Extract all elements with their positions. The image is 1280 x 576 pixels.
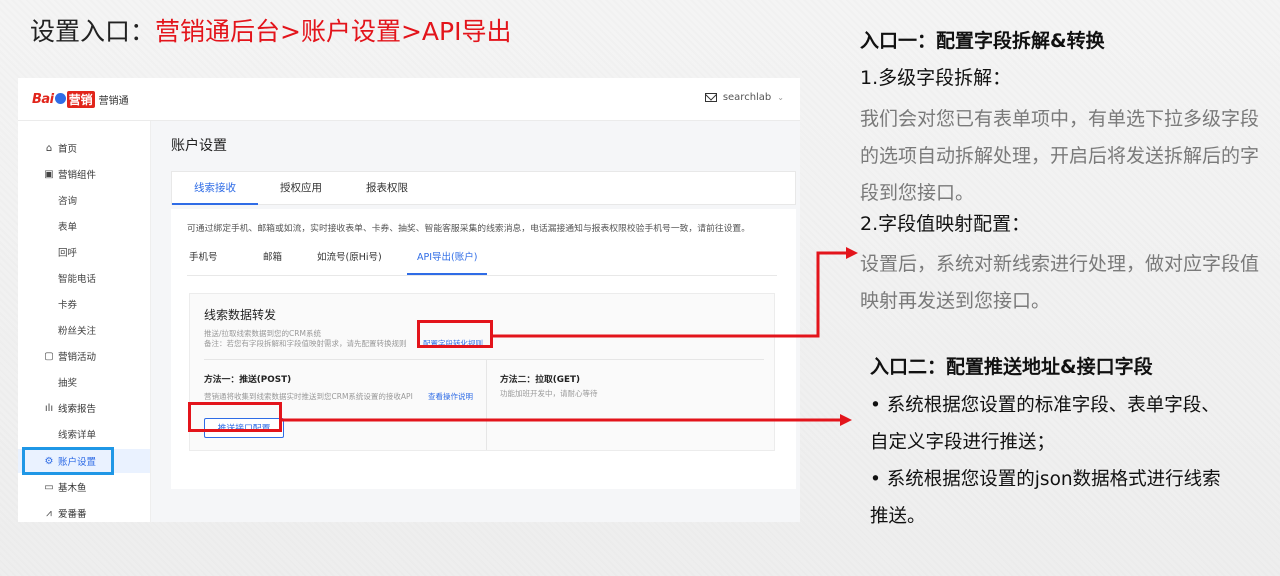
entry1-subtitle2: 2.字段值映射配置： <box>860 213 1031 235</box>
entry1-paragraph1: 我们会对您已有表单项中，有单选下拉多级字段的选项自动拆解处理，开启后将发送拆解后… <box>860 108 1260 204</box>
entry2-bullet2: • 系统根据您设置的json数据格式进行线索 <box>870 469 1221 490</box>
entry1-paragraph2: 设置后，系统对新线索进行处理，做对应字段值映射再发送到您接口。 <box>860 253 1260 312</box>
entry2-title: 入口二：配置推送地址&接口字段 <box>870 356 1153 378</box>
arrow-entry1 <box>493 251 850 338</box>
entry1-title: 入口一：配置字段拆解&转换 <box>860 30 1105 52</box>
arrow-entry1-head <box>846 247 858 259</box>
arrow-entry2-head <box>840 414 852 426</box>
entry2-bullet2-cont: 推送。 <box>870 506 926 527</box>
entry2-bullet1-cont: 自定义字段进行推送； <box>870 432 1056 453</box>
entry1-subtitle1: 1.多级字段拆解： <box>860 67 1012 89</box>
entry2-bullet1: • 系统根据您设置的标准字段、表单字段、 <box>870 395 1220 416</box>
